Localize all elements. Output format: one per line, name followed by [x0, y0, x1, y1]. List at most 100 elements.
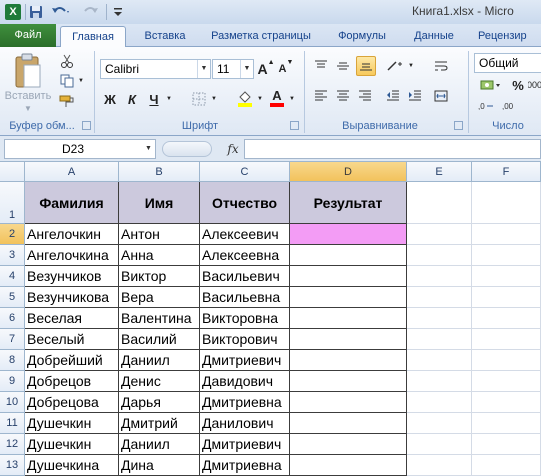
grid-cell[interactable] [472, 182, 541, 224]
grid-cell[interactable] [407, 182, 472, 224]
table-cell[interactable]: Викторович [200, 329, 290, 350]
table-cell[interactable]: Василий [119, 329, 200, 350]
row-header[interactable]: 7 [0, 329, 25, 350]
result-cell[interactable] [290, 224, 407, 245]
column-header-e[interactable]: E [407, 162, 472, 182]
underline-dropdown-icon[interactable]: ▼ [164, 89, 174, 109]
increase-decimal-icon[interactable]: ,0 [476, 97, 496, 115]
formula-bar-splitter[interactable] [162, 141, 212, 157]
grid-cell[interactable] [407, 245, 472, 266]
format-painter-icon[interactable] [58, 93, 76, 109]
grid-cell[interactable] [407, 308, 472, 329]
grid-cell[interactable] [407, 413, 472, 434]
row-header[interactable]: 5 [0, 287, 25, 308]
text-orientation-icon[interactable] [384, 57, 406, 75]
increase-indent-icon[interactable] [406, 87, 424, 105]
align-right-icon[interactable] [356, 87, 374, 105]
result-cell[interactable] [290, 287, 407, 308]
grid-cell[interactable] [472, 245, 541, 266]
tab-review[interactable]: Рецензир [478, 26, 541, 47]
clipboard-launcher-icon[interactable] [82, 121, 91, 130]
merge-center-icon[interactable] [432, 87, 450, 105]
font-launcher-icon[interactable] [290, 121, 299, 130]
table-cell[interactable]: Алексеевич [200, 224, 290, 245]
fill-color-icon[interactable] [236, 87, 254, 109]
formula-input[interactable] [244, 139, 541, 159]
grid-cell[interactable] [472, 266, 541, 287]
result-cell[interactable] [290, 266, 407, 287]
result-cell[interactable] [290, 350, 407, 371]
row-header[interactable]: 8 [0, 350, 25, 371]
table-cell[interactable]: Веселый [25, 329, 119, 350]
tab-insert[interactable]: Вставка [137, 26, 193, 47]
grid-cell[interactable] [472, 329, 541, 350]
grid-cell[interactable] [407, 266, 472, 287]
cut-icon[interactable] [58, 53, 76, 69]
grid-cell[interactable] [472, 434, 541, 455]
copy-dropdown-icon[interactable]: ▼ [76, 73, 86, 89]
grid-cell[interactable] [407, 329, 472, 350]
result-cell[interactable] [290, 392, 407, 413]
table-cell[interactable]: Душечкин [25, 434, 119, 455]
header-cell[interactable]: Имя [119, 182, 200, 224]
paste-dropdown-icon[interactable]: ▼ [4, 103, 52, 113]
copy-icon[interactable] [58, 73, 76, 89]
column-header-c[interactable]: C [200, 162, 290, 182]
table-cell[interactable]: Душечкин [25, 413, 119, 434]
table-cell[interactable]: Даниил [119, 434, 200, 455]
header-cell[interactable]: Фамилия [25, 182, 119, 224]
table-cell[interactable]: Добрейший [25, 350, 119, 371]
table-cell[interactable]: Денис [119, 371, 200, 392]
redo-icon[interactable] [80, 3, 102, 21]
comma-style-button[interactable]: 000 [528, 75, 541, 95]
header-cell[interactable]: Отчество [200, 182, 290, 224]
align-top-icon[interactable] [312, 57, 330, 75]
wrap-text-icon[interactable] [432, 57, 450, 75]
name-box[interactable]: D23 ▼ [4, 139, 156, 159]
decrease-indent-icon[interactable] [384, 87, 402, 105]
table-cell[interactable]: Добрецова [25, 392, 119, 413]
grid-cell[interactable] [472, 350, 541, 371]
fill-color-dropdown-icon[interactable]: ▼ [255, 89, 265, 109]
grid-cell[interactable] [472, 287, 541, 308]
table-cell[interactable]: Алексеевна [200, 245, 290, 266]
row-header[interactable]: 2 [0, 224, 25, 245]
result-cell[interactable] [290, 413, 407, 434]
paste-button[interactable]: Вставить [4, 89, 52, 103]
font-name-select[interactable]: Calibri ▼ [100, 59, 211, 79]
table-cell[interactable]: Вера [119, 287, 200, 308]
customize-qat-icon[interactable] [112, 3, 124, 21]
table-cell[interactable]: Валентина [119, 308, 200, 329]
decrease-decimal-icon[interactable]: ,00 [500, 97, 520, 115]
tab-data[interactable]: Данные [406, 26, 462, 47]
borders-icon[interactable] [190, 89, 208, 109]
tab-file[interactable]: Файл [0, 24, 56, 47]
alignment-launcher-icon[interactable] [454, 121, 463, 130]
grid-cell[interactable] [472, 308, 541, 329]
table-cell[interactable]: Анна [119, 245, 200, 266]
select-all-corner[interactable] [0, 162, 25, 182]
table-cell[interactable]: Ангелочкина [25, 245, 119, 266]
table-cell[interactable]: Виктор [119, 266, 200, 287]
save-icon[interactable] [28, 3, 44, 21]
orientation-dropdown-icon[interactable]: ▼ [406, 57, 416, 75]
column-header-d[interactable]: D [290, 162, 407, 182]
grid-cell[interactable] [472, 224, 541, 245]
tab-home[interactable]: Главная [60, 26, 126, 48]
table-cell[interactable]: Данилович [200, 413, 290, 434]
table-cell[interactable]: Дмитриевич [200, 434, 290, 455]
table-cell[interactable]: Васильевна [200, 287, 290, 308]
grid-cell[interactable] [407, 434, 472, 455]
result-cell[interactable] [290, 308, 407, 329]
table-cell[interactable]: Дмитрий [119, 413, 200, 434]
number-format-select[interactable]: Общий [474, 53, 541, 73]
table-cell[interactable]: Добрецов [25, 371, 119, 392]
grid-cell[interactable] [407, 350, 472, 371]
grid-cell[interactable] [407, 287, 472, 308]
bold-button[interactable]: Ж [102, 89, 118, 109]
insert-function-icon[interactable]: fx [224, 140, 242, 158]
table-cell[interactable]: Дарья [119, 392, 200, 413]
table-cell[interactable]: Веселая [25, 308, 119, 329]
grid-cell[interactable] [407, 371, 472, 392]
column-header-f[interactable]: F [472, 162, 541, 182]
